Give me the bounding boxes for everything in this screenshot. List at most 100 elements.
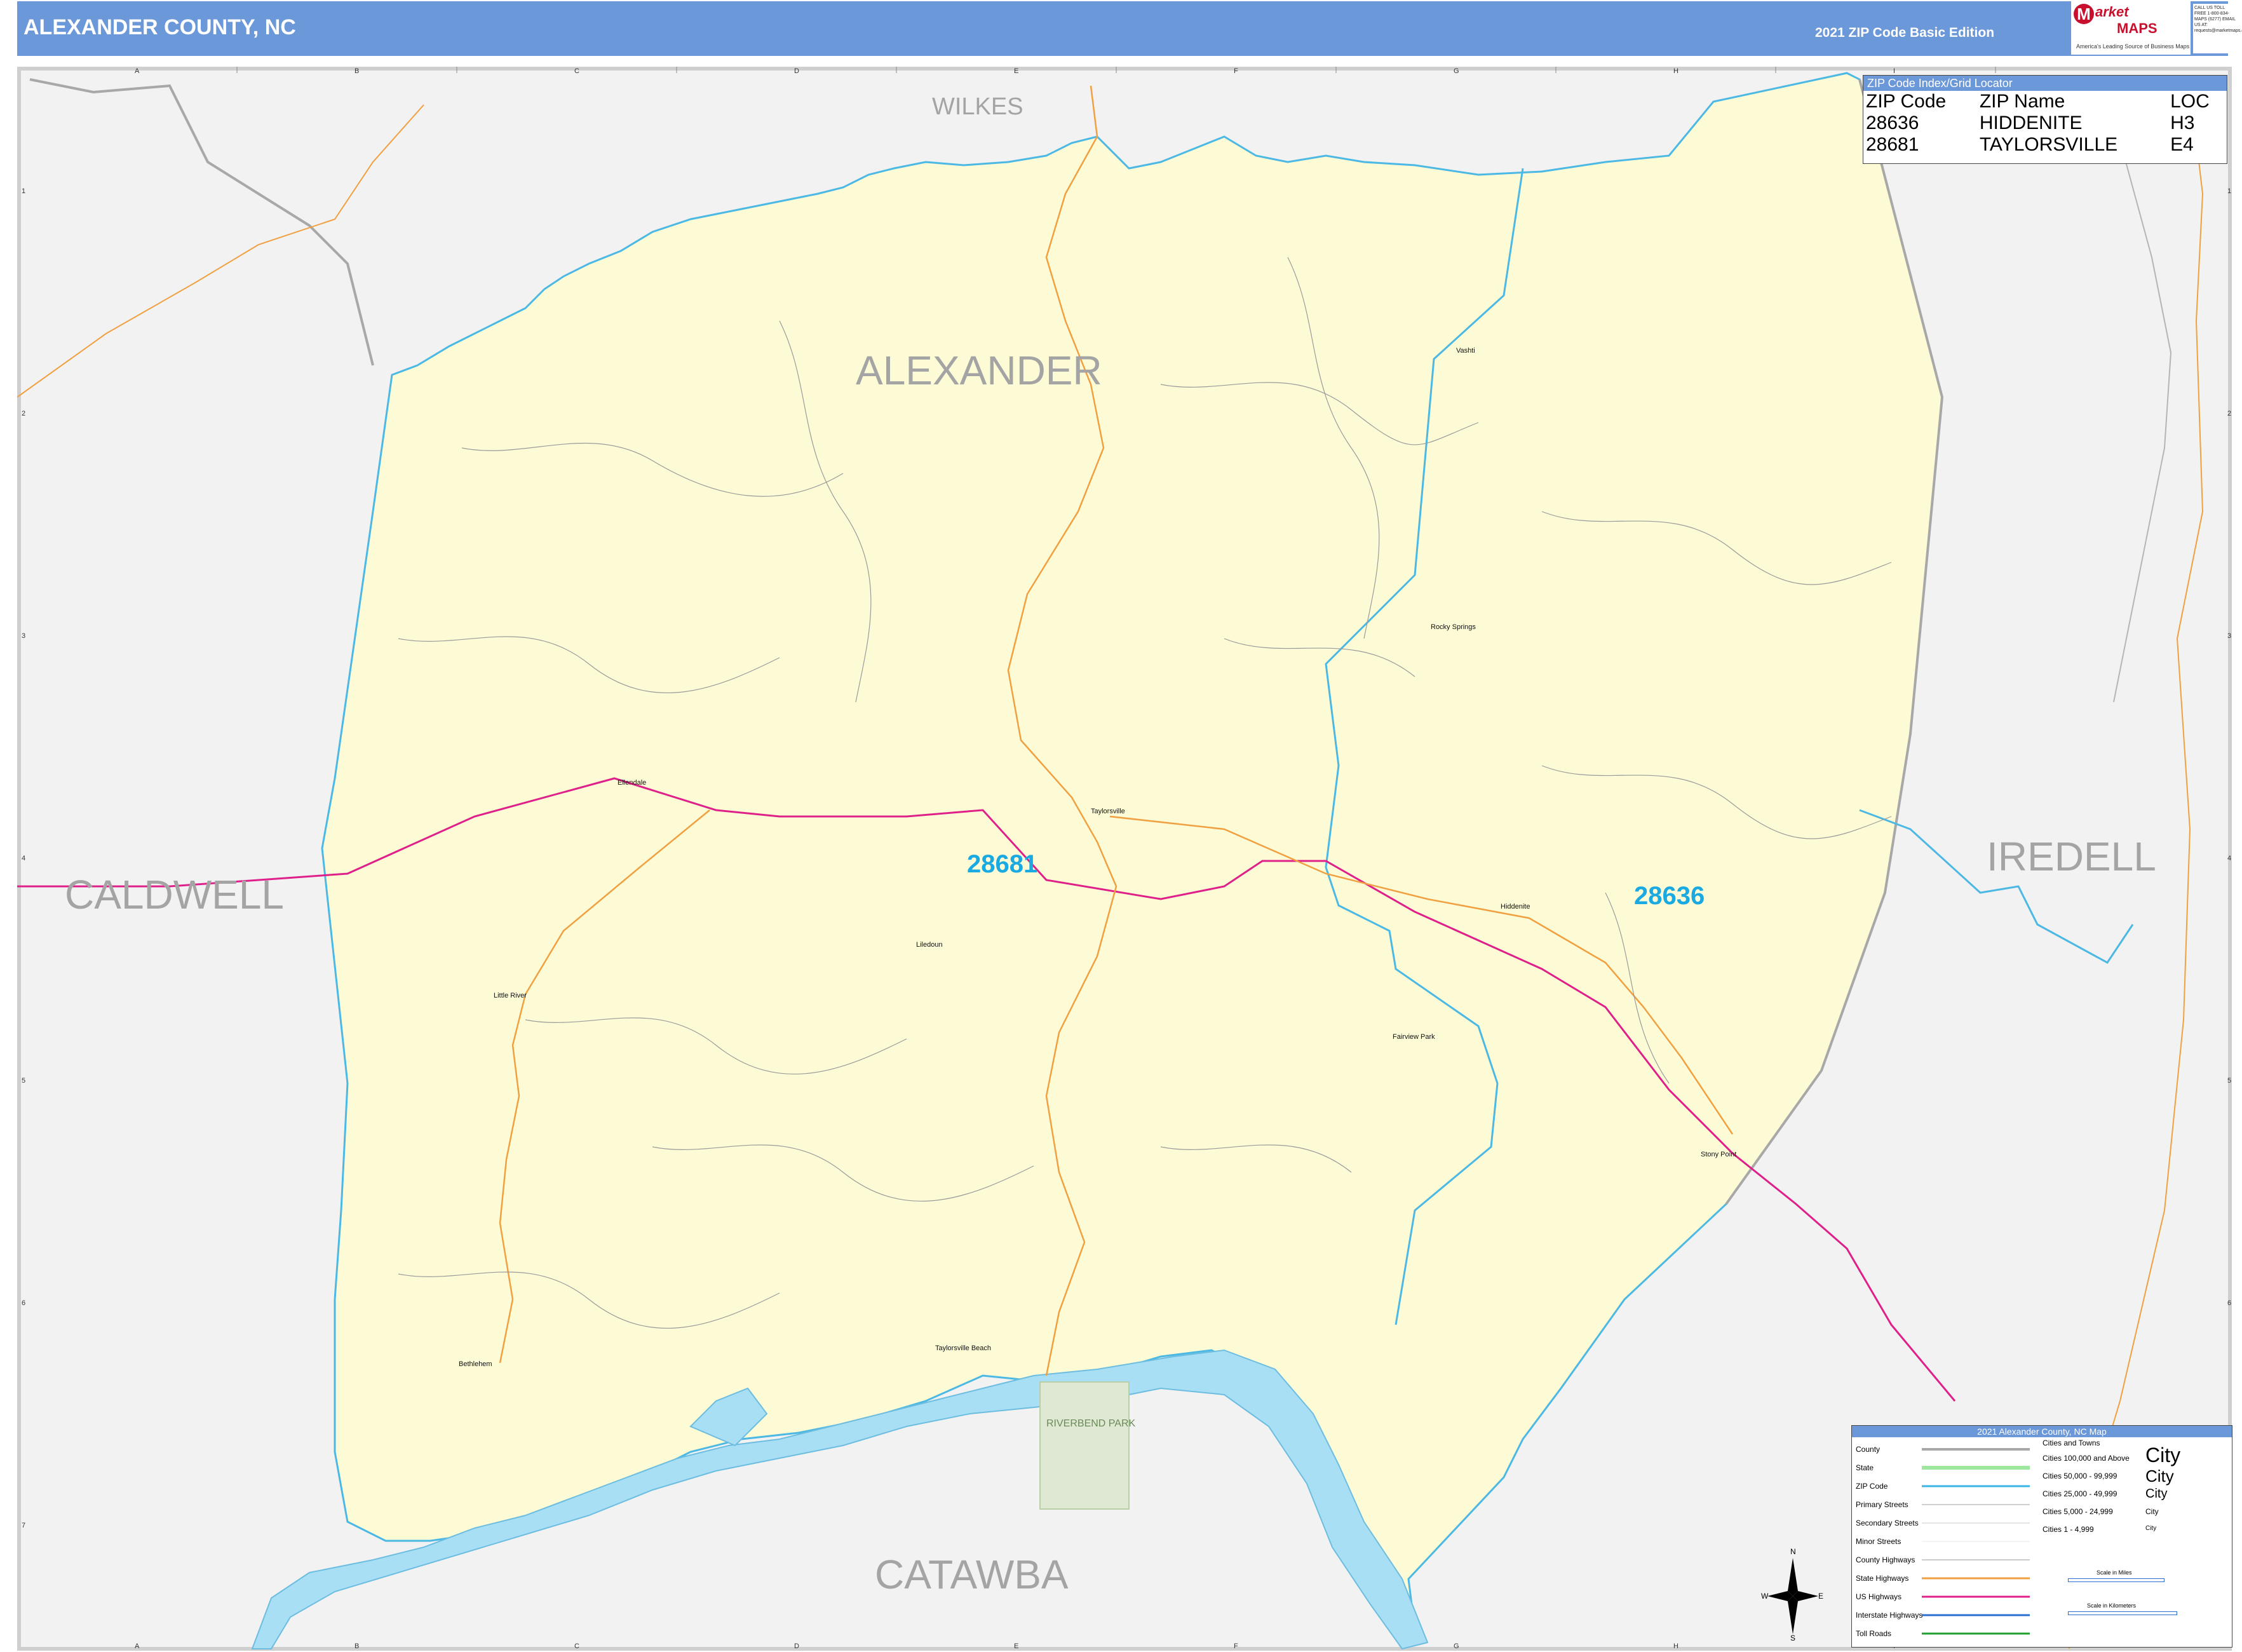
map-legend: 2021 Alexander County, NC Map County Sta… (1851, 1425, 2232, 1648)
grid-row-4: 4 (22, 855, 26, 862)
legend-county-hwy: County Highways (1856, 1555, 1915, 1564)
zip-index-cell: HIDDENITE (1979, 112, 2083, 133)
grid-row-1-right: 1 (2227, 187, 2232, 195)
legend-primary: Primary Streets (1856, 1500, 1908, 1509)
grid-col-f-bottom: F (1234, 1642, 1238, 1650)
zip-index-row[interactable]: 28636 HIDDENITE H3 (1863, 112, 2227, 134)
zip-label-28636: 28636 (1634, 882, 1705, 910)
zip-index-cell: 28681 (1866, 134, 1919, 155)
grid-row-5-right: 5 (2227, 1077, 2232, 1085)
place-fairview-park: Fairview Park (1393, 1033, 1435, 1041)
zip-index-grid: ZIP Code ZIP Name LOC 28636 HIDDENITE H3… (1863, 91, 2227, 156)
grid-col-h: H (1673, 67, 1678, 75)
legend-swatches (1922, 1448, 2030, 1635)
place-hiddenite: Hiddenite (1501, 903, 1530, 911)
zip-index-table: ZIP Code Index/Grid Locator ZIP Code ZIP… (1863, 75, 2227, 164)
zip-index-row[interactable]: 28681 TAYLORSVILLE E4 (1863, 134, 2227, 156)
legend-scale-km: Scale in Kilometers (2087, 1602, 2137, 1609)
county-label-catawba: CATAWBA (875, 1552, 1069, 1597)
place-bethlehem: Bethlehem (459, 1360, 492, 1368)
grid-col-c: C (574, 67, 579, 75)
grid-col-i: I (1893, 67, 1896, 75)
place-vashti: Vashti (1456, 347, 1475, 355)
legend-zip: ZIP Code (1856, 1482, 1888, 1491)
zip-index-header: ZIP Code (1866, 91, 1947, 112)
compass-e: E (1818, 1592, 1823, 1601)
scale-bar-miles (2068, 1578, 2164, 1582)
map-title: ALEXANDER COUNTY, NC (24, 15, 296, 39)
contact-info: CALL US TOLL FREE 1-800-834-MAPS (6277) … (2193, 4, 2242, 53)
zip-index-header: ZIP Name (1979, 91, 2065, 112)
zip-index-cell: E4 (2170, 134, 2194, 155)
compass-s: S (1790, 1634, 1795, 1641)
zip-index-cell: H3 (2170, 112, 2195, 133)
grid-col-c-bottom: C (574, 1642, 579, 1650)
logo-tagline: America's Leading Source of Business Map… (2076, 43, 2190, 50)
grid-col-h-bottom: H (1673, 1642, 1678, 1650)
legend-city-class: Cities 1 - 4,999 (2043, 1525, 2094, 1534)
legend-city-class: Cities 5,000 - 24,999 (2043, 1507, 2113, 1516)
compass-n: N (1790, 1547, 1796, 1556)
zip-index-header-row: ZIP Code ZIP Name LOC (1863, 91, 2227, 112)
grid-col-g: G (1454, 67, 1459, 75)
legend-county: County (1856, 1445, 1881, 1454)
place-rocky-springs: Rocky Springs (1431, 623, 1476, 631)
legend-cities-header: Cities and Towns (2043, 1439, 2100, 1447)
grid-row-6: 6 (22, 1299, 26, 1307)
grid-col-d-bottom: D (794, 1642, 799, 1650)
market-maps-logo[interactable]: M arket MAPS America's Leading Source of… (2071, 1, 2191, 55)
grid-col-a-bottom: A (135, 1642, 140, 1650)
place-little-river: Little River (494, 992, 527, 999)
edition-label: 2021 ZIP Code Basic Edition (1815, 25, 1995, 40)
county-label-iredell: IREDELL (1987, 834, 2156, 879)
zip-index-cell: TAYLORSVILLE (1979, 134, 2118, 155)
logo-m-icon: M (2074, 4, 2094, 24)
grid-row-2: 2 (22, 410, 26, 417)
place-liledoun: Liledoun (916, 941, 943, 949)
grid-col-f: F (1234, 67, 1238, 75)
map-canvas[interactable]: WILKES ALEXANDER CALDWELL IREDELL CATAWB… (17, 67, 2232, 1651)
legend-city-class: Cities 25,000 - 49,999 (2043, 1489, 2117, 1498)
legend-city-class: Cities 50,000 - 99,999 (2043, 1472, 2117, 1480)
county-label-caldwell: CALDWELL (65, 872, 284, 917)
grid-col-d: D (794, 67, 799, 75)
place-taylorsville-beach: Taylorsville Beach (935, 1344, 991, 1352)
grid-col-b-bottom: B (355, 1642, 360, 1650)
grid-row-1: 1 (22, 187, 26, 195)
legend-toll: Toll Roads (1856, 1629, 1892, 1638)
legend-state-hwy: State Highways (1856, 1574, 1909, 1583)
place-taylorsville: Taylorsville (1091, 808, 1125, 815)
scale-bar-km (2068, 1611, 2177, 1615)
legend-city-sample: City (2145, 1444, 2181, 1466)
zip-label-28681: 28681 (967, 850, 1037, 878)
compass-rose-icon: N S E W (1761, 1547, 1823, 1641)
grid-col-b: B (355, 67, 360, 75)
zip-index-title: ZIP Code Index/Grid Locator (1863, 76, 2227, 91)
county-label-alexander: ALEXANDER (856, 348, 1102, 393)
riverbend-park-area (1039, 1381, 1130, 1510)
legend-scale-miles: Scale in Miles (2097, 1569, 2132, 1576)
grid-row-3: 3 (22, 632, 26, 640)
compass-w: W (1761, 1592, 1769, 1601)
county-label-wilkes: WILKES (932, 93, 1023, 120)
legend-city-class: Cities 100,000 and Above (2043, 1454, 2130, 1463)
grid-col-g-bottom: G (1454, 1642, 1459, 1650)
legend-title: 2021 Alexander County, NC Map (1852, 1426, 2232, 1437)
grid-row-2-right: 2 (2227, 410, 2232, 417)
grid-row-7: 7 (22, 1522, 26, 1529)
header-bar: ALEXANDER COUNTY, NC 2021 ZIP Code Basic… (17, 1, 2228, 56)
grid-row-3-right: 3 (2227, 632, 2232, 640)
legend-us-hwy: US Highways (1856, 1592, 1902, 1601)
place-stony-point: Stony Point (1701, 1151, 1736, 1158)
grid-col-e-bottom: E (1014, 1642, 1019, 1650)
logo-text: arket (2095, 4, 2129, 20)
grid-row-4-right: 4 (2227, 855, 2232, 862)
grid-col-a: A (135, 67, 140, 75)
logo-maps-text: MAPS (2117, 20, 2158, 36)
legend-city-sample: City (2145, 1487, 2168, 1501)
legend-interstate: Interstate Highways (1856, 1611, 1923, 1620)
zip-index-header: LOC (2170, 91, 2210, 112)
legend-city-sample: City (2145, 1507, 2159, 1516)
grid-row-6-right: 6 (2227, 1299, 2232, 1307)
place-ellendale: Ellendale (618, 779, 646, 787)
